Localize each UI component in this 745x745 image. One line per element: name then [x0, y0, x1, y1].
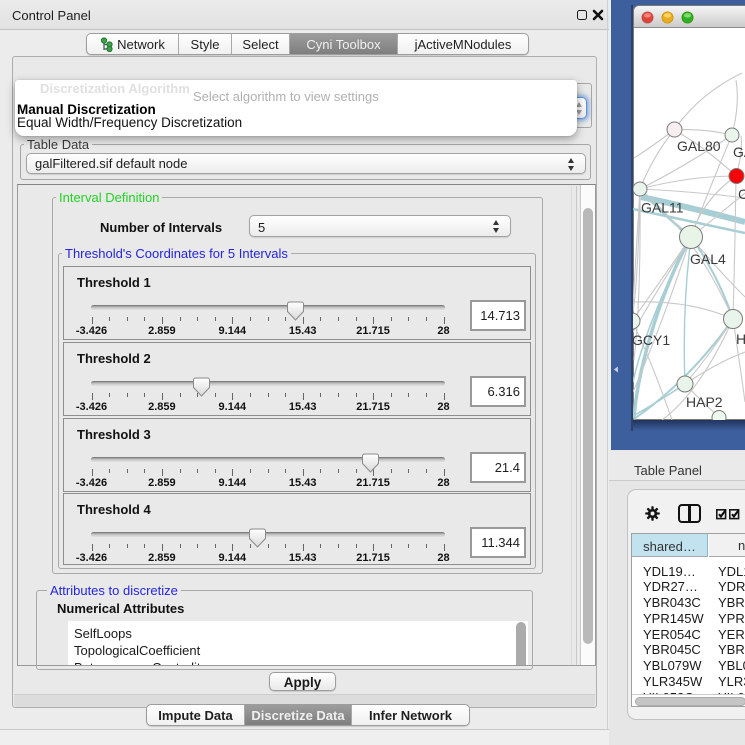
svg-text:GAL11: GAL11	[641, 200, 684, 216]
svg-text:HAP2: HAP2	[686, 394, 723, 410]
svg-text:GAL80: GAL80	[677, 138, 721, 154]
svg-text:HIS4: HIS4	[736, 331, 745, 347]
svg-text:GAL3: GAL3	[733, 144, 745, 160]
svg-text:CD: CD	[738, 186, 745, 202]
svg-text:GAL4: GAL4	[690, 251, 726, 267]
svg-text:GCY1: GCY1	[633, 332, 670, 348]
